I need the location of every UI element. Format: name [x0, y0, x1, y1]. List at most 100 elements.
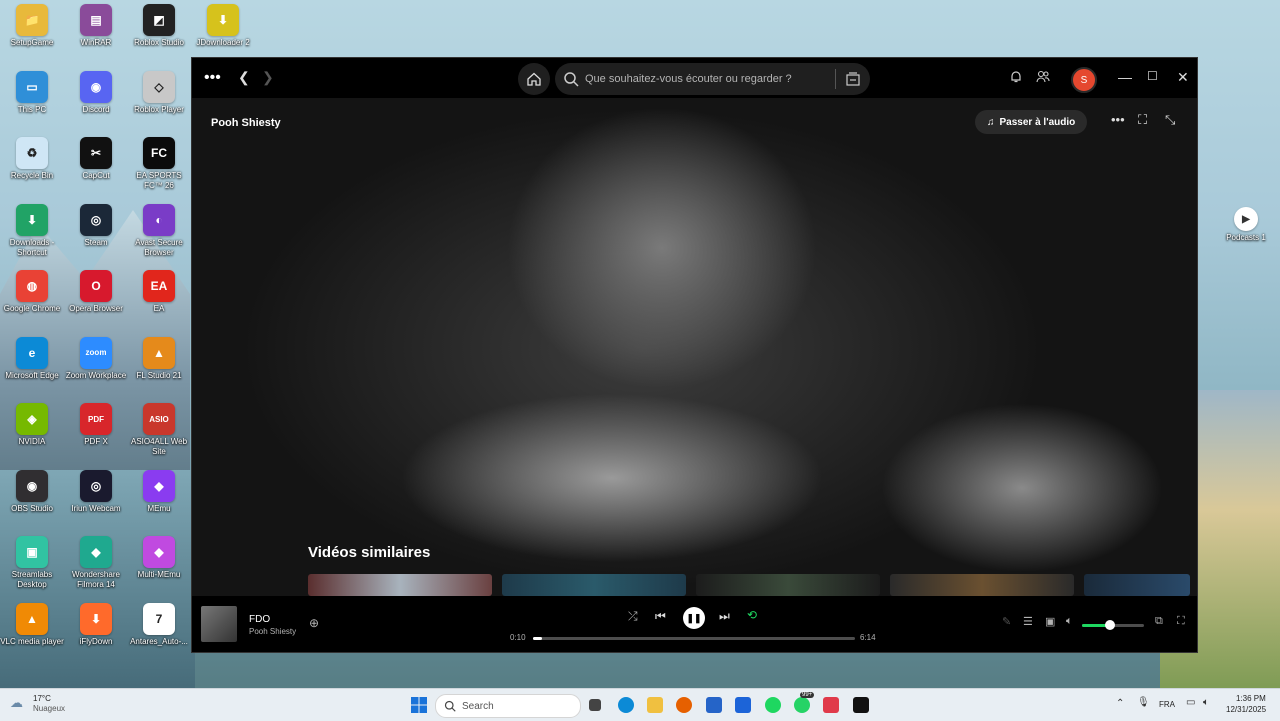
more-options-icon[interactable]: ••• [1111, 112, 1125, 127]
desktop-icon[interactable]: ◉ OBS Studio [0, 466, 64, 514]
shuffle-icon[interactable]: ⤮ [628, 609, 638, 624]
spotify-taskbar-icon[interactable] [765, 697, 781, 713]
desktop-icon[interactable]: ✂ CapCut [64, 133, 128, 181]
user-avatar[interactable]: S [1071, 67, 1097, 93]
clock-date[interactable]: 12/31/2025 [1226, 705, 1266, 714]
repeat-icon[interactable]: ⟲ [747, 608, 757, 622]
capcut-taskbar-icon[interactable] [823, 697, 839, 713]
weather-desc[interactable]: Nuageux [33, 704, 65, 713]
outlook-taskbar-icon[interactable] [735, 697, 751, 713]
desktop-icon-podcasts[interactable]: ▶ Podcasts 1 [1214, 203, 1278, 243]
desktop-icon[interactable]: ▤ WinRAR [64, 0, 128, 48]
miniplayer-icon[interactable]: ⧉ [1155, 615, 1163, 628]
desktop-icon[interactable]: ◉ Discord [64, 67, 128, 115]
track-title[interactable]: FDO [249, 614, 270, 625]
minimize-icon[interactable]: — [1118, 69, 1132, 85]
track-artist[interactable]: Pooh Shiesty [249, 627, 296, 636]
desktop-icon[interactable]: ◎ Iriun Webcam [64, 466, 128, 514]
desktop-icon[interactable]: 7 Antares_Auto-... [127, 599, 191, 647]
desktop-icon[interactable]: ▣ Streamlabs Desktop [0, 532, 64, 590]
album-cover[interactable] [201, 606, 237, 642]
similar-video-thumbnail[interactable] [502, 574, 686, 596]
network-icon[interactable]: ▭ [1186, 697, 1195, 708]
volume-icon[interactable]: 🔈︎ [1066, 615, 1073, 628]
similar-video-thumbnail[interactable] [890, 574, 1074, 596]
progress-bar[interactable] [533, 637, 855, 640]
streamlabs-taskbar-icon[interactable] [853, 697, 869, 713]
tray-chevron-icon[interactable]: ⌃ [1116, 698, 1124, 709]
connect-device-icon[interactable]: ▣ [1045, 615, 1055, 628]
task-view-icon[interactable] [589, 699, 601, 711]
desktop-icon-label: JDownloader 2 [196, 38, 250, 47]
desktop-icon[interactable]: ◈ NVIDIA [0, 399, 64, 447]
desktop-icon[interactable]: ▲ FL Studio 21 [127, 333, 191, 381]
file-explorer-taskbar-icon[interactable] [647, 697, 663, 713]
speaker-icon[interactable]: 🔈︎ [1203, 697, 1209, 708]
fullscreen-player-icon[interactable]: ⛶ [1177, 615, 1185, 628]
desktop-icon[interactable]: 📁 SetupGame [0, 0, 64, 48]
next-track-icon[interactable]: ⏭ [719, 609, 730, 624]
switch-to-audio-button[interactable]: ♫ Passer à l'audio [975, 110, 1088, 134]
desktop-icon[interactable]: ◍ Google Chrome [0, 266, 64, 314]
desktop-icon[interactable]: ◇ Roblox Player [127, 67, 191, 115]
desktop-icon[interactable]: O Opera Browser [64, 266, 128, 314]
home-button[interactable] [518, 63, 550, 95]
previous-track-icon[interactable]: ⏮ [655, 609, 666, 624]
desktop-icon[interactable]: EA EA [127, 266, 191, 314]
close-icon[interactable]: ✕ [1177, 69, 1189, 86]
back-arrow-icon[interactable]: ❮ [238, 69, 250, 86]
desktop-icon[interactable]: ASIO ASIO4ALL Web Site [127, 399, 191, 457]
desktop-icon[interactable]: ◆ Wondershare Filmora 14 [64, 532, 128, 590]
desktop-icon[interactable]: ⬇ iFlyDown [64, 599, 128, 647]
desktop-icon[interactable]: ▲ VLC media player [0, 599, 64, 647]
lyrics-icon[interactable]: ✎ [1002, 615, 1011, 628]
desktop-icon-label: Opera Browser [69, 304, 123, 313]
edge-taskbar-icon[interactable] [618, 697, 634, 713]
desktop-icon[interactable]: ◎ Steam [64, 200, 128, 248]
friends-activity-icon[interactable] [1036, 70, 1050, 83]
maximize-icon[interactable]: ☐ [1147, 69, 1158, 83]
desktop-icon[interactable]: PDF PDF X [64, 399, 128, 447]
similar-video-thumbnail[interactable] [696, 574, 880, 596]
weather-icon[interactable]: ☁ [10, 695, 23, 711]
fullscreen-icon[interactable]: ⛶ [1138, 112, 1147, 128]
language-indicator[interactable]: FRA [1159, 700, 1175, 709]
desktop-icon-label: PDF X [84, 437, 108, 446]
search-icon [444, 700, 456, 712]
desktop-icon-label: iFlyDown [79, 636, 113, 646]
desktop-icon[interactable]: ◐ Avast Secure Browser [127, 200, 191, 258]
start-icon[interactable] [411, 697, 427, 713]
store-taskbar-icon[interactable] [706, 697, 722, 713]
add-to-library-icon[interactable]: ⊕ [309, 616, 319, 630]
bell-icon[interactable] [1010, 70, 1022, 83]
firefox-taskbar-icon[interactable] [676, 697, 692, 713]
volume-slider[interactable] [1082, 620, 1144, 630]
desktop-icon-label: WinRAR [80, 38, 112, 47]
desktop-icon[interactable]: ◆ MEmu [127, 466, 191, 514]
volume-knob[interactable] [1104, 620, 1115, 630]
desktop-icon[interactable]: ▭ This PC [0, 67, 64, 115]
menu-dots-icon[interactable]: ••• [204, 69, 221, 87]
microphone-icon[interactable]: 🎙︎ [1137, 697, 1150, 708]
clock-time[interactable]: 1:36 PM [1236, 694, 1266, 703]
desktop-icon[interactable]: ◩ Roblox Studio [127, 0, 191, 48]
desktop-icon[interactable]: e Microsoft Edge [0, 333, 64, 381]
taskbar-search[interactable]: Search [435, 694, 581, 718]
forward-arrow-icon[interactable]: ❯ [262, 69, 274, 86]
search-field[interactable]: Que souhaitez-vous écouter ou regarder ? [555, 63, 870, 95]
video-player[interactable]: Pooh Shiesty ♫ Passer à l'audio ••• ⛶ ⤡ … [192, 98, 1197, 596]
desktop-icon[interactable]: ◆ Multi-MEmu [127, 532, 191, 580]
similar-video-thumbnail[interactable] [308, 574, 492, 596]
desktop-icon[interactable]: ⬇ JDownloader 2 [191, 0, 255, 48]
desktop-icon[interactable]: zoom Zoom Workplace [64, 333, 128, 381]
desktop-icon-label: ASIO4ALL Web Site [130, 437, 188, 456]
desktop-icon[interactable]: ♻ Recycle Bin [0, 133, 64, 181]
whatsapp-taskbar-icon[interactable] [794, 697, 810, 713]
queue-icon[interactable]: ☰ [1023, 615, 1033, 628]
similar-video-thumbnail[interactable] [1084, 574, 1190, 596]
desktop-icon[interactable]: ⬇ Downloads - Shortcut [0, 200, 64, 258]
desktop-icon[interactable]: FC EA SPORTS FC™ 26 [127, 133, 191, 191]
exit-expanded-icon[interactable]: ⤡ [1165, 112, 1175, 128]
weather-temp[interactable]: 17°C [33, 694, 51, 703]
pause-button[interactable]: ❚❚ [683, 607, 705, 629]
